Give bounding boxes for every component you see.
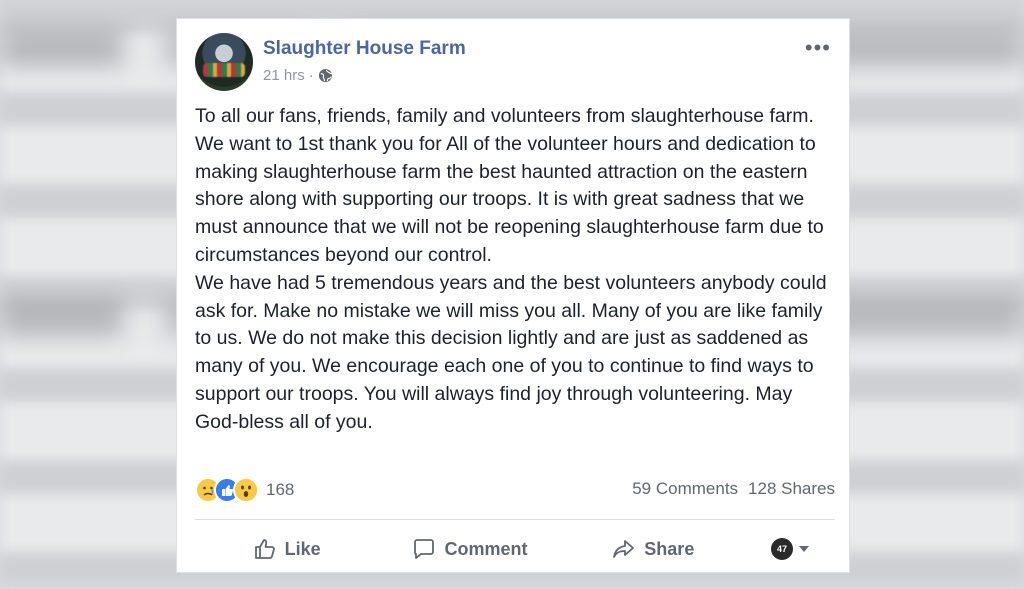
meta-separator: · [308, 67, 314, 84]
station-logo-icon [770, 538, 793, 560]
post-stats: 168 59 Comments 128 Shares [195, 477, 835, 503]
shares-count-link[interactable]: 128 Shares [748, 479, 835, 499]
reaction-count[interactable]: 168 [266, 480, 294, 500]
page-avatar[interactable] [195, 33, 253, 91]
wow-reaction-icon [233, 477, 259, 503]
like-button[interactable]: Like [195, 525, 378, 573]
reactions-summary[interactable]: 168 [195, 477, 294, 503]
comment-label: Comment [444, 538, 528, 559]
facebook-post-card: Slaughter House Farm 21 hrs · ••• To all… [176, 18, 850, 573]
post-header: Slaughter House Farm 21 hrs · ••• [195, 33, 835, 91]
post-paragraph-2: We have had 5 tremendous years and the b… [195, 271, 827, 433]
post-body: To all our fans, friends, family and vol… [195, 103, 840, 437]
post-as-selector[interactable] [745, 525, 835, 573]
more-options-button[interactable]: ••• [805, 37, 831, 59]
thumbs-up-icon [254, 539, 275, 559]
comments-count-link[interactable]: 59 Comments [632, 479, 738, 499]
share-label: Share [644, 538, 695, 559]
post-timestamp[interactable]: 21 hrs [263, 67, 305, 84]
globe-icon[interactable] [318, 68, 333, 83]
page-name-link[interactable]: Slaughter House Farm [263, 38, 466, 60]
avatar-image [203, 63, 245, 77]
comment-bubble-icon [414, 539, 435, 559]
like-label: Like [284, 538, 321, 559]
post-meta: 21 hrs · [263, 67, 333, 84]
share-button[interactable]: Share [562, 525, 745, 573]
caret-down-icon [798, 546, 809, 552]
post-paragraph-1: To all our fans, friends, family and vol… [195, 105, 824, 266]
comment-button[interactable]: Comment [378, 525, 561, 573]
action-divider [195, 519, 835, 520]
engagement-counts: 59 Comments 128 Shares [632, 479, 835, 499]
post-actions: Like Comment Share [195, 525, 835, 573]
share-arrow-icon [613, 540, 635, 558]
